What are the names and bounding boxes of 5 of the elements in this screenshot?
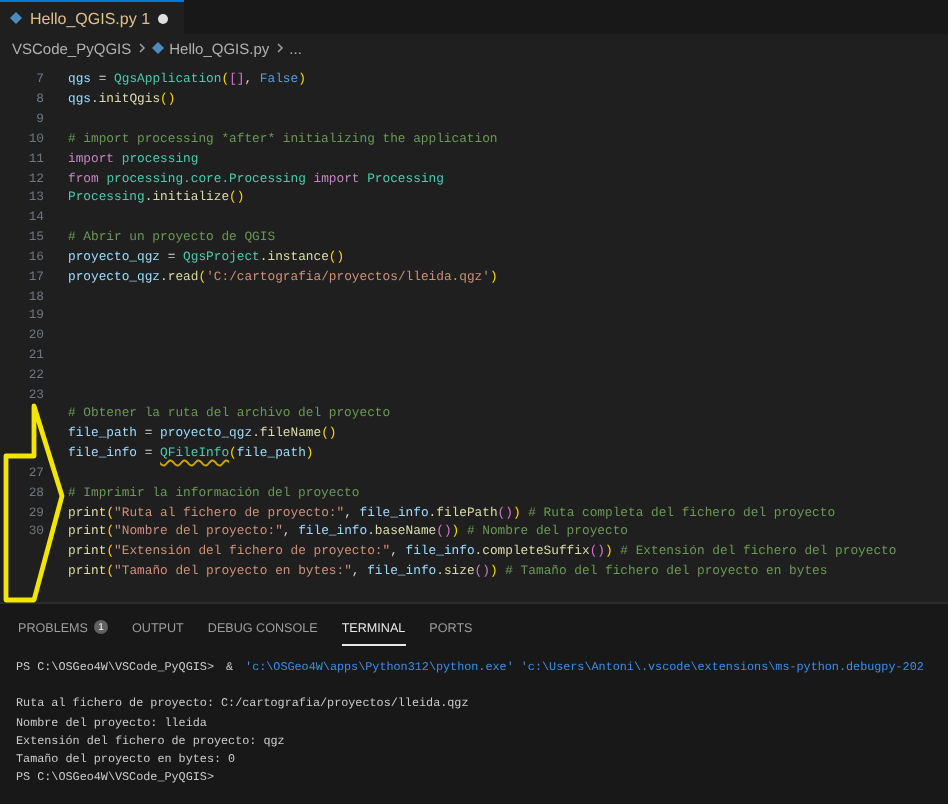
editor-tab[interactable]: Hello_QGIS.py 1 [0,0,185,34]
python-file-icon [151,42,164,54]
chevron-icon [137,42,146,54]
chevron-icon [275,42,284,54]
python-file-icon [10,12,22,24]
